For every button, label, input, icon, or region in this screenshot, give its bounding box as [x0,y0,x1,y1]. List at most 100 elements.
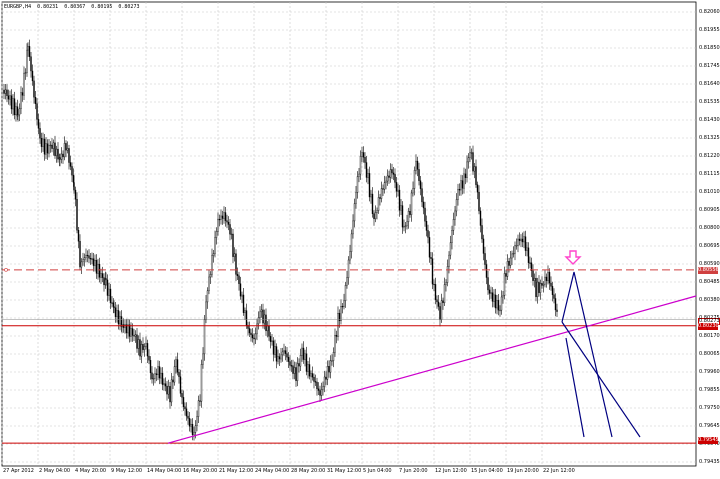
candle-body [322,386,324,390]
candle-body [18,108,21,116]
candle-body [37,119,40,129]
candle-body [254,333,257,340]
candle-body [346,277,348,286]
low-value: 0.80195 [91,4,113,10]
candle-body [275,346,278,362]
candle-body [13,98,16,116]
candle-body [268,325,270,337]
candle-body [217,218,219,232]
candle-body [128,324,131,337]
candle-body [551,286,554,295]
time-axis[interactable]: 27 Apr 2012 2 May 04:00 4 May 20:00 9 May 1… [0,466,696,479]
candle-body [187,415,189,419]
candle-body [170,379,173,403]
candle-body [211,255,213,275]
candle-body [416,160,419,170]
candle-body [400,205,402,211]
candle-body [134,334,137,337]
candle-body [388,175,390,178]
candle-body [212,253,215,256]
candle-body [293,367,296,374]
candle-body [394,174,396,183]
candle-body [431,258,434,285]
candle-body [143,346,146,350]
candle-body [167,386,170,395]
candle-body [544,276,546,285]
candle-body [169,386,171,403]
candle-body [33,80,35,98]
candle-body [533,277,536,281]
candle-body [536,281,539,298]
candle-body [469,152,471,158]
candle-body [59,157,61,160]
candle-body [9,95,11,100]
candle-body [57,148,59,160]
candle-body [151,372,153,380]
candle-body [233,253,236,257]
candle-body [10,95,13,110]
candle-body [133,335,135,337]
candle-body [263,314,266,324]
candle-body [403,226,405,228]
price-axis[interactable]: 0.82060 0.81955 0.81850 0.81745 0.81640 0.815… [696,0,720,466]
candle-body [157,366,159,375]
candle-body [66,148,69,151]
candle-body [235,253,237,275]
candle-body [451,230,453,243]
candle-body [251,334,254,339]
candle-body [323,376,326,387]
price-axis-label: 0.81010 [699,189,720,195]
candle-body [179,376,182,394]
candle-body [496,300,498,309]
candle-body [386,175,389,182]
open-value: 0.80231 [37,4,59,10]
candle-body [446,266,449,283]
candle-body [515,245,518,247]
candle-body [55,148,58,156]
candle-body [473,166,476,172]
candle-body [404,225,407,227]
candle-body [383,182,386,190]
candle-body [332,352,335,361]
candle-body [508,260,510,266]
candle-body [250,332,252,336]
candle-body [391,169,393,174]
price-axis-label: 0.80905 [699,207,720,213]
candle-body [415,160,417,171]
candle-body [389,169,392,178]
candle-body [111,302,113,304]
time-axis-label: 7 Jun 20:00 [399,468,428,474]
candle-body [98,263,101,278]
time-axis-label: 21 May 12:00 [219,468,254,474]
candle-body [467,157,470,163]
candle-body [94,259,96,266]
candle-body [154,373,156,379]
candle-body [484,253,486,265]
symbol-label: EURGBP,H4 [4,4,32,10]
candle-body [271,340,273,342]
candle-body [398,189,401,211]
candle-body [329,360,332,373]
time-axis-label: 27 Apr 2012 [3,468,34,474]
price-axis-label: 0.81430 [699,117,720,123]
candle-body [539,283,542,293]
candle-body [326,366,329,380]
candle-body [108,288,110,296]
candle-body [194,425,197,433]
candle-body [95,259,98,274]
candle-body [139,339,141,357]
candle-body [23,72,25,96]
candle-body [101,273,104,278]
time-axis-label: 31 May 12:00 [327,468,362,474]
chart-window[interactable]: EURGBP,H4 0.80231 0.80367 0.80195 0.8027… [0,0,720,479]
candle-body [352,220,354,235]
candle-body [100,273,102,278]
candle-body [239,283,242,297]
candle-body [409,210,411,215]
candle-body [466,161,468,178]
candle-body [424,207,426,222]
price-chart-area[interactable] [0,0,720,479]
candle-body [320,389,323,396]
candle-body [92,258,95,266]
candle-body [68,148,70,163]
